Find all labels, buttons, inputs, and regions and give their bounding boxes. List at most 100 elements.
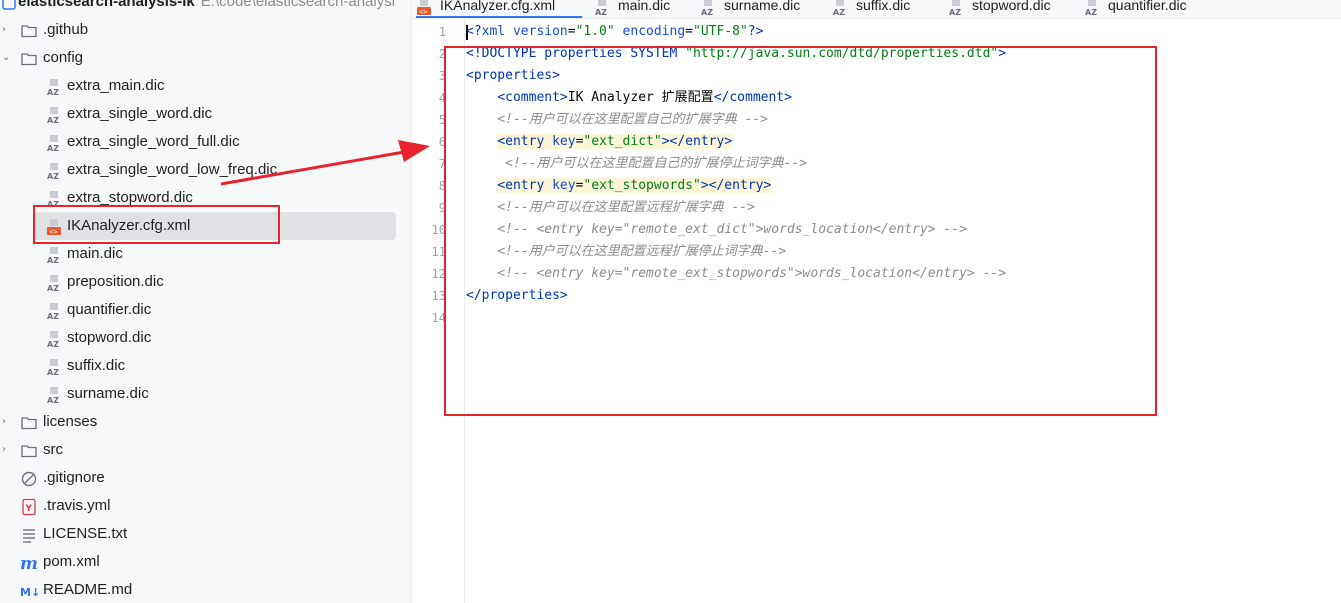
yaml-file-icon: Y (20, 498, 38, 516)
line-number: 3 (438, 69, 446, 83)
svg-text:AZ: AZ (47, 172, 59, 180)
chevron-right-icon[interactable]: › (2, 416, 12, 428)
xml-file-icon: <> (416, 0, 434, 16)
gitignore-icon (20, 470, 38, 488)
tree-item[interactable]: › .github (0, 16, 411, 44)
editor-tab-label: stopword.dic (972, 0, 1051, 13)
root-project-path: E:\code\elasticsearch-analysi (200, 0, 396, 10)
tree-item-label: suffix.dic (67, 357, 126, 374)
tree-item[interactable]: AZ main.dic (0, 240, 411, 268)
editor-tab-bar: <> IKAnalyzer.cfg.xml AZ main.dic AZ surname.… (412, 0, 1341, 19)
code-token: xml version (481, 24, 568, 39)
editor-tab[interactable]: <> IKAnalyzer.cfg.xml (416, 0, 582, 18)
tree-item-label: .travis.yml (43, 497, 111, 514)
tree-item-label: README.md (43, 581, 133, 598)
code-line[interactable]: <?xml version="1.0" encoding="UTF-8"?> (466, 21, 763, 43)
dictionary-file-icon: AZ (46, 246, 64, 265)
tree-item-label: quantifier.dic (67, 301, 152, 318)
line-number: 7 (438, 157, 446, 171)
line-number: 4 (438, 91, 446, 105)
svg-text:AZ: AZ (47, 312, 59, 320)
dictionary-file-icon: AZ (46, 78, 64, 97)
tree-item-label: extra_single_word_low_freq.dic (67, 161, 278, 178)
code-token: <? (466, 24, 482, 39)
chevron-right-icon[interactable]: › (2, 444, 12, 456)
svg-text:AZ: AZ (47, 88, 59, 96)
dictionary-file-icon: AZ (594, 0, 612, 17)
tree-item[interactable]: AZ extra_single_word_low_freq.dic (0, 156, 411, 184)
tree-item-label: pom.xml (43, 553, 100, 570)
dictionary-file-icon: AZ (46, 302, 64, 321)
dictionary-file-icon: AZ (46, 358, 64, 377)
maven-icon: m (20, 554, 38, 574)
chevron-down-icon[interactable]: ⌄ (2, 52, 12, 64)
line-number: 10 (431, 223, 446, 237)
tree-item[interactable]: M↓ README.md (0, 576, 411, 603)
tree-item-label: config (43, 49, 84, 66)
svg-text:AZ: AZ (949, 8, 961, 16)
editor-tab-label: surname.dic (724, 0, 801, 13)
folder-icon (20, 414, 38, 432)
tree-root-row[interactable]: elasticsearch-analysis-ik E:\code\elastic… (0, 0, 411, 16)
dictionary-file-icon: AZ (948, 0, 966, 17)
project-tree-panel: elasticsearch-analysis-ik E:\code\elastic… (0, 0, 412, 603)
tree-item[interactable]: m pom.xml (0, 548, 411, 576)
code-token: "1.0" (575, 24, 615, 39)
line-number: 9 (438, 201, 446, 215)
folder-icon (20, 22, 38, 40)
code-token: encoding (622, 24, 686, 39)
tree-item[interactable]: AZ quantifier.dic (0, 296, 411, 324)
svg-text:<>: <> (419, 8, 427, 16)
line-number: 2 (438, 47, 446, 61)
dictionary-file-icon: AZ (46, 386, 64, 405)
tree-item[interactable]: › src (0, 436, 411, 464)
svg-text:AZ: AZ (47, 396, 59, 404)
line-number: 1 (438, 25, 446, 39)
line-number: 12 (431, 267, 446, 281)
editor-tab-label: IKAnalyzer.cfg.xml (440, 0, 556, 13)
svg-text:AZ: AZ (47, 284, 59, 292)
tree-item-label: .github (43, 21, 89, 38)
tree-item-label: extra_single_word_full.dic (67, 133, 240, 150)
tree-item[interactable]: Y .travis.yml (0, 492, 411, 520)
chevron-right-icon[interactable]: › (2, 24, 12, 36)
editor-tab-label: suffix.dic (856, 0, 911, 13)
svg-text:AZ: AZ (47, 144, 59, 152)
annotation-box-selected-file (33, 205, 280, 244)
code-token: = (567, 24, 576, 39)
tree-item[interactable]: AZ surname.dic (0, 380, 411, 408)
tree-item-label: licenses (43, 413, 98, 430)
dictionary-file-icon: AZ (1084, 0, 1102, 17)
dictionary-file-icon: AZ (46, 274, 64, 293)
svg-text:AZ: AZ (47, 256, 59, 264)
tree-item-label: extra_main.dic (67, 77, 165, 94)
folder-icon (20, 50, 38, 68)
line-number: 6 (438, 135, 446, 149)
tree-item[interactable]: › licenses (0, 408, 411, 436)
tree-item-label: extra_single_word.dic (67, 105, 213, 122)
svg-text:M↓: M↓ (20, 586, 40, 599)
svg-text:AZ: AZ (595, 8, 607, 16)
dictionary-file-icon: AZ (46, 134, 64, 153)
line-number: 5 (438, 113, 446, 127)
tree-item[interactable]: AZ extra_single_word_full.dic (0, 128, 411, 156)
tree-item[interactable]: AZ stopword.dic (0, 324, 411, 352)
tree-item[interactable]: AZ extra_single_word.dic (0, 100, 411, 128)
tree-item[interactable]: LICENSE.txt (0, 520, 411, 548)
text-caret (466, 25, 468, 40)
tree-item[interactable]: AZ preposition.dic (0, 268, 411, 296)
tree-item-label: .gitignore (43, 469, 105, 486)
tree-item-label: LICENSE.txt (43, 525, 128, 542)
tree-item[interactable]: .gitignore (0, 464, 411, 492)
root-project-name: elasticsearch-analysis-ik (18, 0, 195, 10)
tree-item-label: surname.dic (67, 385, 149, 402)
tree-item-label: src (43, 441, 63, 458)
dictionary-file-icon: AZ (46, 162, 64, 181)
tree-item[interactable]: AZ extra_main.dic (0, 72, 411, 100)
svg-text:Y: Y (25, 504, 33, 514)
line-number: 14 (431, 311, 446, 325)
tree-item[interactable]: AZ suffix.dic (0, 352, 411, 380)
code-token: = (685, 24, 693, 39)
tree-item[interactable]: ⌄ config (0, 44, 411, 72)
